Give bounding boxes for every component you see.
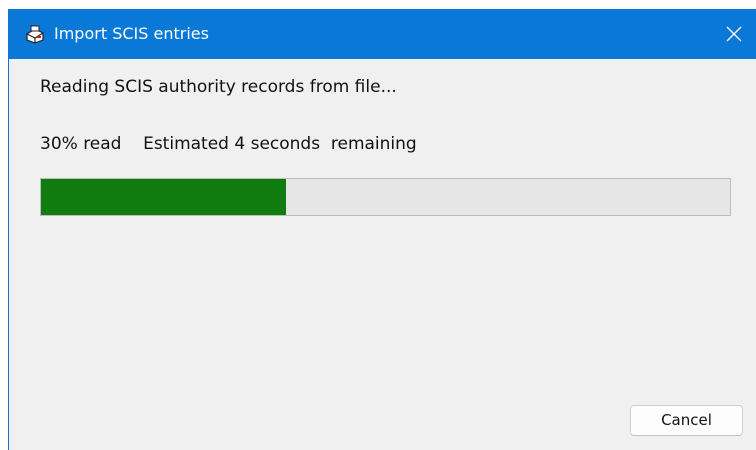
title-bar[interactable]: Import SCIS entries bbox=[9, 9, 756, 59]
close-button[interactable] bbox=[711, 9, 756, 59]
status-message: Reading SCIS authority records from file… bbox=[40, 77, 397, 97]
progress-bar-fill bbox=[41, 179, 286, 215]
close-icon bbox=[726, 26, 742, 42]
window-title: Import SCIS entries bbox=[54, 24, 209, 43]
cancel-button[interactable]: Cancel bbox=[630, 405, 743, 436]
import-dialog: Import SCIS entries Reading SCIS authori… bbox=[8, 9, 756, 450]
printer-book-icon bbox=[24, 25, 46, 45]
progress-status-text: 30% read Estimated 4 seconds remaining bbox=[40, 134, 417, 154]
progress-bar bbox=[40, 178, 731, 216]
